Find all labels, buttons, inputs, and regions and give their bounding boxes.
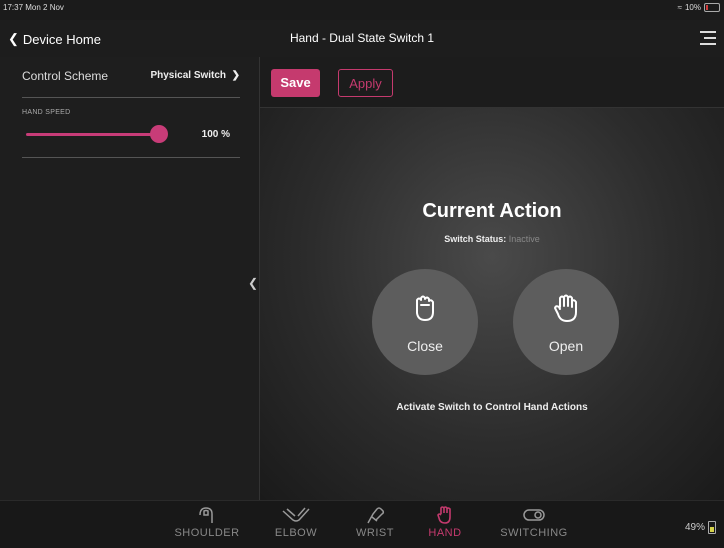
main-panel: Save Apply Current Action Switch Status:…	[260, 57, 724, 500]
close-action-label: Close	[407, 338, 443, 354]
status-bar: 17:37 Mon 2 Nov ≈ 10%	[0, 0, 724, 20]
battery-icon	[708, 521, 716, 534]
page-title: Hand - Dual State Switch 1	[289, 31, 435, 45]
close-action-button[interactable]: Close	[372, 269, 478, 375]
device-battery-text: 49%	[684, 522, 705, 533]
elbow-icon	[282, 507, 310, 522]
shoulder-icon	[199, 507, 213, 523]
closed-hand-icon	[416, 295, 434, 321]
control-scheme-row[interactable]: Control Scheme Physical Switch ❯	[22, 67, 240, 98]
hand-speed-label: HAND SPEED	[22, 109, 71, 116]
control-scheme-label: Control Scheme	[22, 69, 109, 83]
open-action-label: Open	[548, 338, 584, 354]
hand-speed-value: 100 %	[201, 129, 230, 140]
tab-elbow[interactable]: ELBOW	[266, 501, 326, 548]
chevron-right-icon: ❯	[231, 70, 240, 81]
tab-label: WRIST	[356, 527, 394, 539]
hand-speed-block: HAND SPEED 100 %	[22, 109, 240, 158]
hand-speed-slider[interactable]	[26, 125, 168, 143]
status-right: ≈ 10%	[678, 3, 720, 12]
status-time: 17:37 Mon 2 Nov	[3, 3, 64, 12]
tab-wrist[interactable]: WRIST	[349, 501, 401, 548]
switch-status-label: Switch Status:	[444, 234, 507, 244]
tab-label: HAND	[428, 527, 462, 539]
tab-label: SHOULDER	[174, 527, 240, 539]
open-action-button[interactable]: Open	[513, 269, 619, 375]
menu-icon[interactable]	[700, 31, 716, 45]
tab-switching[interactable]: SWITCHING	[494, 501, 574, 548]
open-hand-icon	[554, 294, 577, 322]
status-battery-text: 10%	[684, 3, 701, 12]
tab-bar: SHOULDER ELBOW WRIST HAND SWITCHING 49%	[0, 500, 724, 548]
switch-status: Switch Status: Inactive	[260, 234, 724, 244]
device-battery: 49%	[685, 521, 716, 534]
slider-knob[interactable]	[150, 125, 168, 143]
tab-shoulder[interactable]: SHOULDER	[172, 501, 242, 548]
nav-bar: ❮ Device Home Hand - Dual State Switch 1	[0, 20, 724, 58]
instruction-text: Activate Switch to Control Hand Actions	[396, 402, 588, 413]
tab-label: ELBOW	[274, 527, 318, 539]
save-button[interactable]: Save	[271, 69, 320, 97]
tab-label: SWITCHING	[500, 527, 568, 539]
switch-icon	[523, 509, 545, 521]
low-battery-icon	[704, 3, 720, 12]
wrist-icon	[367, 507, 385, 524]
tab-hand[interactable]: HAND	[421, 501, 469, 548]
collapse-sidebar-button[interactable]: ❮	[248, 276, 258, 290]
hand-icon	[437, 506, 451, 524]
sidebar: Control Scheme Physical Switch ❯ HAND SP…	[0, 57, 260, 500]
apply-button[interactable]: Apply	[338, 69, 393, 97]
control-scheme-value: Physical Switch ❯	[150, 70, 240, 81]
current-action-title: Current Action	[422, 200, 562, 222]
switch-status-value: Inactive	[508, 234, 540, 244]
toolbar: Save Apply	[260, 57, 724, 108]
wifi-icon: ≈	[677, 3, 682, 12]
